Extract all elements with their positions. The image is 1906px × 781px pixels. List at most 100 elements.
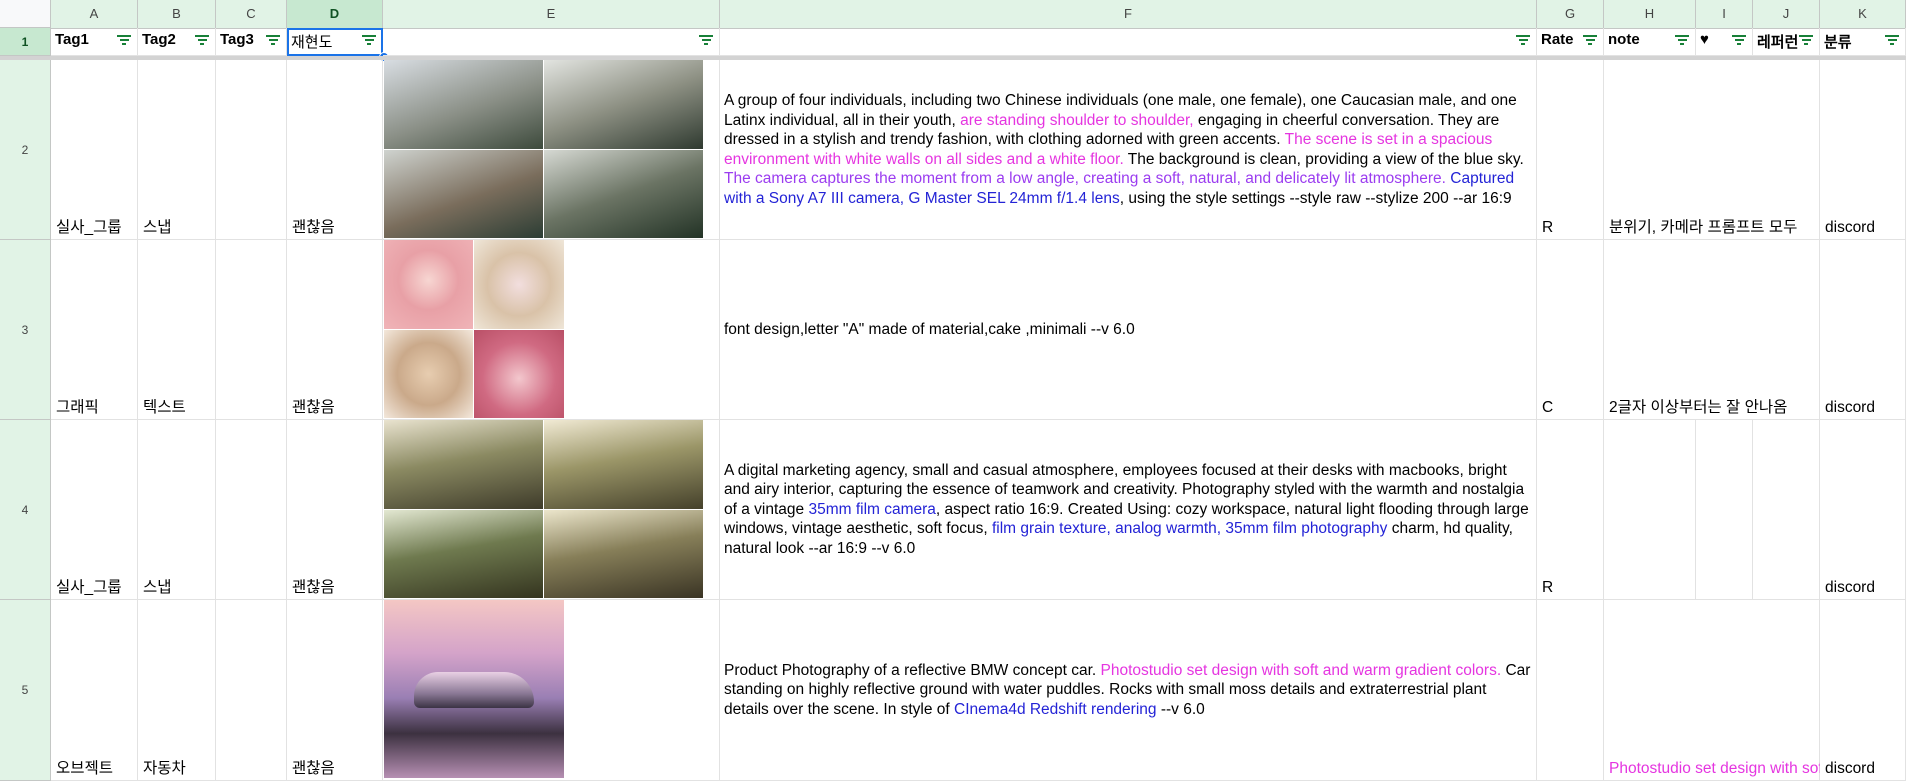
- select-all-corner[interactable]: [0, 0, 51, 28]
- header-cell-heart[interactable]: ♥: [1696, 28, 1753, 56]
- cell-repro[interactable]: 괜찮음: [287, 420, 383, 600]
- cell-image[interactable]: [383, 420, 720, 600]
- filter-icon[interactable]: [1732, 35, 1746, 47]
- cell-rate[interactable]: C: [1537, 240, 1604, 420]
- header-label-note: note: [1608, 31, 1640, 48]
- office-workspace-image: [384, 420, 703, 598]
- prompt-text: A digital marketing agency, small and ca…: [724, 461, 1532, 559]
- cell-tag1[interactable]: 그래픽: [51, 240, 138, 420]
- filter-icon[interactable]: [117, 35, 131, 47]
- cell-rate[interactable]: R: [1537, 60, 1604, 240]
- cell-tag1[interactable]: 오브젝트: [51, 600, 138, 781]
- header-cell-note[interactable]: note: [1604, 28, 1696, 56]
- prompt-segment: The background is clean, providing a vie…: [1123, 150, 1524, 168]
- cell-image[interactable]: [383, 600, 720, 781]
- header-cell-prompt[interactable]: [720, 28, 1537, 56]
- prompt-segment: Product Photography of a reflective BMW …: [724, 661, 1101, 679]
- cell-category[interactable]: discord: [1820, 60, 1906, 240]
- column-header-a[interactable]: A: [51, 0, 138, 28]
- column-header-f[interactable]: F: [720, 0, 1537, 28]
- cell-rate[interactable]: R: [1537, 420, 1604, 600]
- cell-heart[interactable]: [1696, 240, 1753, 420]
- row-header-3[interactable]: 3: [0, 240, 51, 420]
- cell-tag3[interactable]: [216, 60, 287, 240]
- prompt-segment-highlight: are standing shoulder to shoulder,: [960, 111, 1194, 129]
- cell-tag1[interactable]: 실사_그룹: [51, 60, 138, 240]
- row-header-5[interactable]: 5: [0, 600, 51, 781]
- cell-tag1[interactable]: 실사_그룹: [51, 420, 138, 600]
- header-cell-repro-selected[interactable]: 재현도: [287, 28, 383, 56]
- cell-reference[interactable]: [1753, 600, 1820, 781]
- column-header-h[interactable]: H: [1604, 0, 1696, 28]
- filter-icon[interactable]: [1675, 35, 1689, 47]
- cell-note[interactable]: Photostudio set design with soft: [1604, 600, 1827, 781]
- row-header-4[interactable]: 4: [0, 420, 51, 600]
- prompt-segment-highlight: film grain texture, analog warmth, 35mm …: [991, 520, 1388, 538]
- header-cell-image[interactable]: [383, 28, 720, 56]
- filter-icon[interactable]: [1799, 35, 1813, 47]
- column-header-g[interactable]: G: [1537, 0, 1604, 28]
- column-header-c[interactable]: C: [216, 0, 287, 28]
- cell-rate[interactable]: [1537, 600, 1604, 781]
- cell-note[interactable]: 2글자 이상부터는 잘 안나옴: [1604, 240, 1787, 420]
- row-header-1[interactable]: 1: [0, 28, 51, 56]
- header-cell-tag3[interactable]: Tag3: [216, 28, 287, 56]
- header-cell-reference[interactable]: 레퍼런: [1753, 28, 1820, 56]
- header-cell-tag2[interactable]: Tag2: [138, 28, 216, 56]
- column-header-b[interactable]: B: [138, 0, 216, 28]
- cell-reference[interactable]: [1753, 420, 1820, 600]
- cell-repro[interactable]: 괜찮음: [287, 600, 383, 781]
- column-header-e[interactable]: E: [383, 0, 720, 28]
- column-header-i[interactable]: I: [1696, 0, 1753, 28]
- filter-icon[interactable]: [362, 35, 376, 47]
- header-label-tag2: Tag2: [142, 31, 176, 48]
- cell-note[interactable]: 분위기, 카메라 프롬프트 모두: [1604, 60, 1797, 240]
- cell-category[interactable]: discord: [1820, 240, 1906, 420]
- cell-heart[interactable]: [1696, 600, 1753, 781]
- cell-reference[interactable]: [1753, 240, 1820, 420]
- prompt-segment-highlight: 35mm film camera: [808, 500, 936, 518]
- header-label-tag1: Tag1: [55, 31, 89, 48]
- header-cell-category[interactable]: 분류: [1820, 28, 1906, 56]
- cell-note[interactable]: [1604, 420, 1696, 600]
- header-label-category: 분류: [1824, 34, 1852, 51]
- header-cell-rate[interactable]: Rate: [1537, 28, 1604, 56]
- filter-icon[interactable]: [699, 35, 713, 47]
- cake-letter-image: [384, 240, 564, 418]
- column-header-k[interactable]: K: [1820, 0, 1906, 28]
- cell-heart[interactable]: [1696, 420, 1753, 600]
- filter-icon[interactable]: [1516, 35, 1530, 47]
- column-header-j[interactable]: J: [1753, 0, 1820, 28]
- cell-prompt[interactable]: font design,letter "A" made of material,…: [720, 240, 1537, 420]
- cell-category[interactable]: discord: [1820, 600, 1906, 781]
- cell-reference[interactable]: [1753, 60, 1820, 240]
- prompt-segment-highlight: The camera captures the moment from a lo…: [724, 170, 1446, 187]
- cell-tag3[interactable]: [216, 600, 287, 781]
- header-label-repro: 재현도: [291, 34, 333, 51]
- row-header-2[interactable]: 2: [0, 60, 51, 240]
- cell-tag3[interactable]: [216, 240, 287, 420]
- cell-tag2[interactable]: 텍스트: [138, 240, 216, 420]
- filter-icon[interactable]: [195, 35, 209, 47]
- prompt-segment: font design,letter "A" made of material,…: [724, 320, 1135, 338]
- cell-prompt[interactable]: Product Photography of a reflective BMW …: [720, 600, 1537, 781]
- cell-tag2[interactable]: 자동차: [138, 600, 216, 781]
- cell-tag3[interactable]: [216, 420, 287, 600]
- filter-icon[interactable]: [1885, 35, 1899, 47]
- cell-heart[interactable]: [1696, 60, 1753, 240]
- cell-category[interactable]: discord: [1820, 420, 1906, 600]
- cell-tag2[interactable]: 스냅: [138, 420, 216, 600]
- group-photo-grid-image: [384, 60, 703, 238]
- cell-image[interactable]: [383, 60, 720, 240]
- cell-prompt[interactable]: A group of four individuals, including t…: [720, 60, 1537, 240]
- filter-icon[interactable]: [266, 35, 280, 47]
- header-cell-tag1[interactable]: Tag1: [51, 28, 138, 56]
- cell-repro[interactable]: 괜찮음: [287, 60, 383, 240]
- header-label-tag3: Tag3: [220, 31, 254, 48]
- cell-repro[interactable]: 괜찮음: [287, 240, 383, 420]
- cell-image[interactable]: [383, 240, 720, 420]
- column-header-d[interactable]: D: [287, 0, 383, 28]
- filter-icon[interactable]: [1583, 35, 1597, 47]
- cell-prompt[interactable]: A digital marketing agency, small and ca…: [720, 420, 1537, 600]
- cell-tag2[interactable]: 스냅: [138, 60, 216, 240]
